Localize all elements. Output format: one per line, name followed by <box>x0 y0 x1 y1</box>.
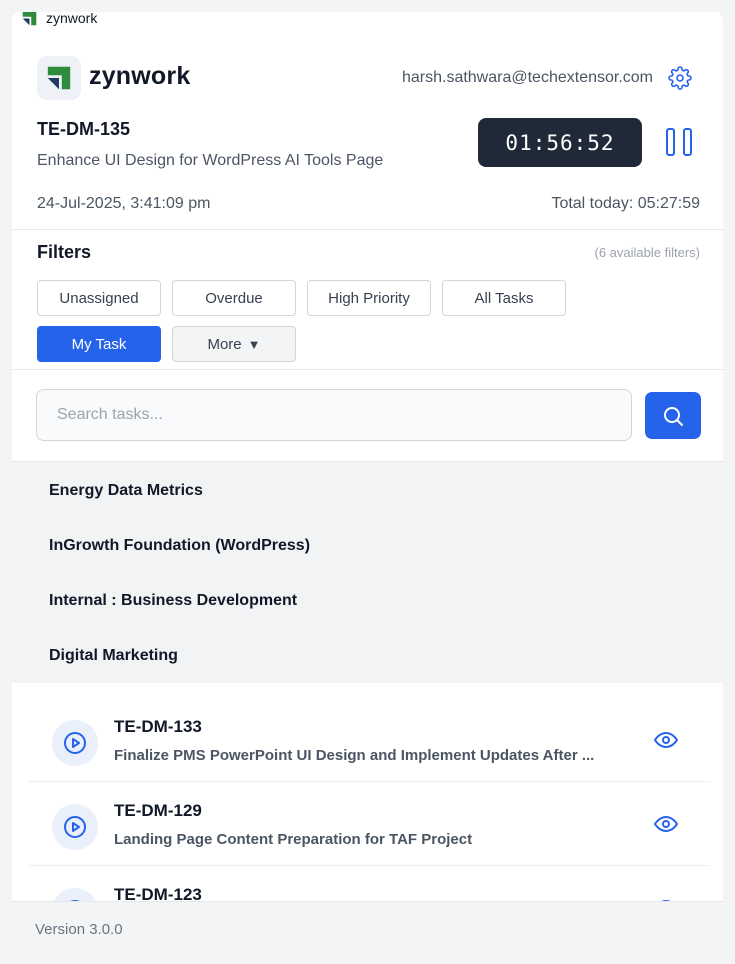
app-header: zynwork harsh.sathwara@techextensor.com <box>12 52 723 102</box>
filters-heading: Filters <box>37 242 92 262</box>
filter-my-task[interactable]: My Task <box>37 326 161 362</box>
divider <box>12 369 723 370</box>
caret-down-icon: ▼ <box>247 336 261 352</box>
play-icon <box>64 816 86 838</box>
search-input[interactable] <box>36 389 632 441</box>
eye-icon[interactable] <box>654 812 678 836</box>
current-task-title: Enhance UI Design for WordPress AI Tools… <box>37 152 384 169</box>
current-task-id: TE-DM-135 <box>37 119 131 139</box>
filter-high-priority[interactable]: High Priority <box>307 280 431 316</box>
app-window: zynwork zynwork harsh.sathwara@techexten… <box>12 12 723 952</box>
app-footer: Version 3.0.0 <box>12 901 723 952</box>
more-label: More <box>207 335 242 353</box>
task-id: TE-DM-129 <box>114 801 202 820</box>
task-list-item[interactable]: TE-DM-133 Finalize PMS PowerPoint UI Des… <box>28 698 710 782</box>
eye-icon[interactable] <box>654 728 678 752</box>
filters-count: (6 available filters) <box>594 245 701 260</box>
project-item[interactable]: InGrowth Foundation (WordPress) <box>49 537 310 555</box>
version-label: Version 3.0.0 <box>35 921 123 938</box>
window-title: zynwork <box>46 12 98 26</box>
project-list: Energy Data Metrics InGrowth Foundation … <box>12 462 723 683</box>
project-item[interactable]: Internal : Business Development <box>49 592 297 610</box>
pause-icon <box>683 128 692 156</box>
project-item[interactable]: Digital Marketing <box>49 647 178 665</box>
user-email: harsh.sathwara@techextensor.com <box>401 69 653 86</box>
project-item[interactable]: Energy Data Metrics <box>49 482 203 500</box>
divider <box>12 229 723 230</box>
task-title: Landing Page Content Preparation for TAF… <box>114 831 473 848</box>
gear-icon[interactable] <box>668 66 692 90</box>
filter-all-tasks[interactable]: All Tasks <box>442 280 566 316</box>
title-bar: zynwork <box>12 12 723 36</box>
play-icon <box>64 732 86 754</box>
search-icon <box>664 406 683 426</box>
zynwork-logo-icon <box>22 12 37 25</box>
total-today: Total today: 05:27:59 <box>551 195 700 212</box>
brand-name: zynwork <box>89 62 191 90</box>
brand-logo <box>37 56 81 100</box>
task-title: Finalize PMS PowerPoint UI Design and Im… <box>114 747 595 764</box>
filter-overdue[interactable]: Overdue <box>172 280 296 316</box>
task-id: TE-DM-133 <box>114 717 202 736</box>
task-timer: 01:56:52 <box>478 118 642 167</box>
zynwork-logo-icon <box>47 66 71 90</box>
search-button[interactable] <box>645 392 701 439</box>
play-button[interactable] <box>52 720 98 766</box>
pause-icon <box>666 128 675 156</box>
pause-button[interactable] <box>666 128 692 158</box>
task-list-item[interactable]: TE-DM-129 Landing Page Content Preparati… <box>28 782 710 866</box>
filter-more-dropdown[interactable]: More ▼ <box>172 326 296 362</box>
task-start-time: 24-Jul-2025, 3:41:09 pm <box>37 195 211 212</box>
play-button[interactable] <box>52 804 98 850</box>
filter-unassigned[interactable]: Unassigned <box>37 280 161 316</box>
